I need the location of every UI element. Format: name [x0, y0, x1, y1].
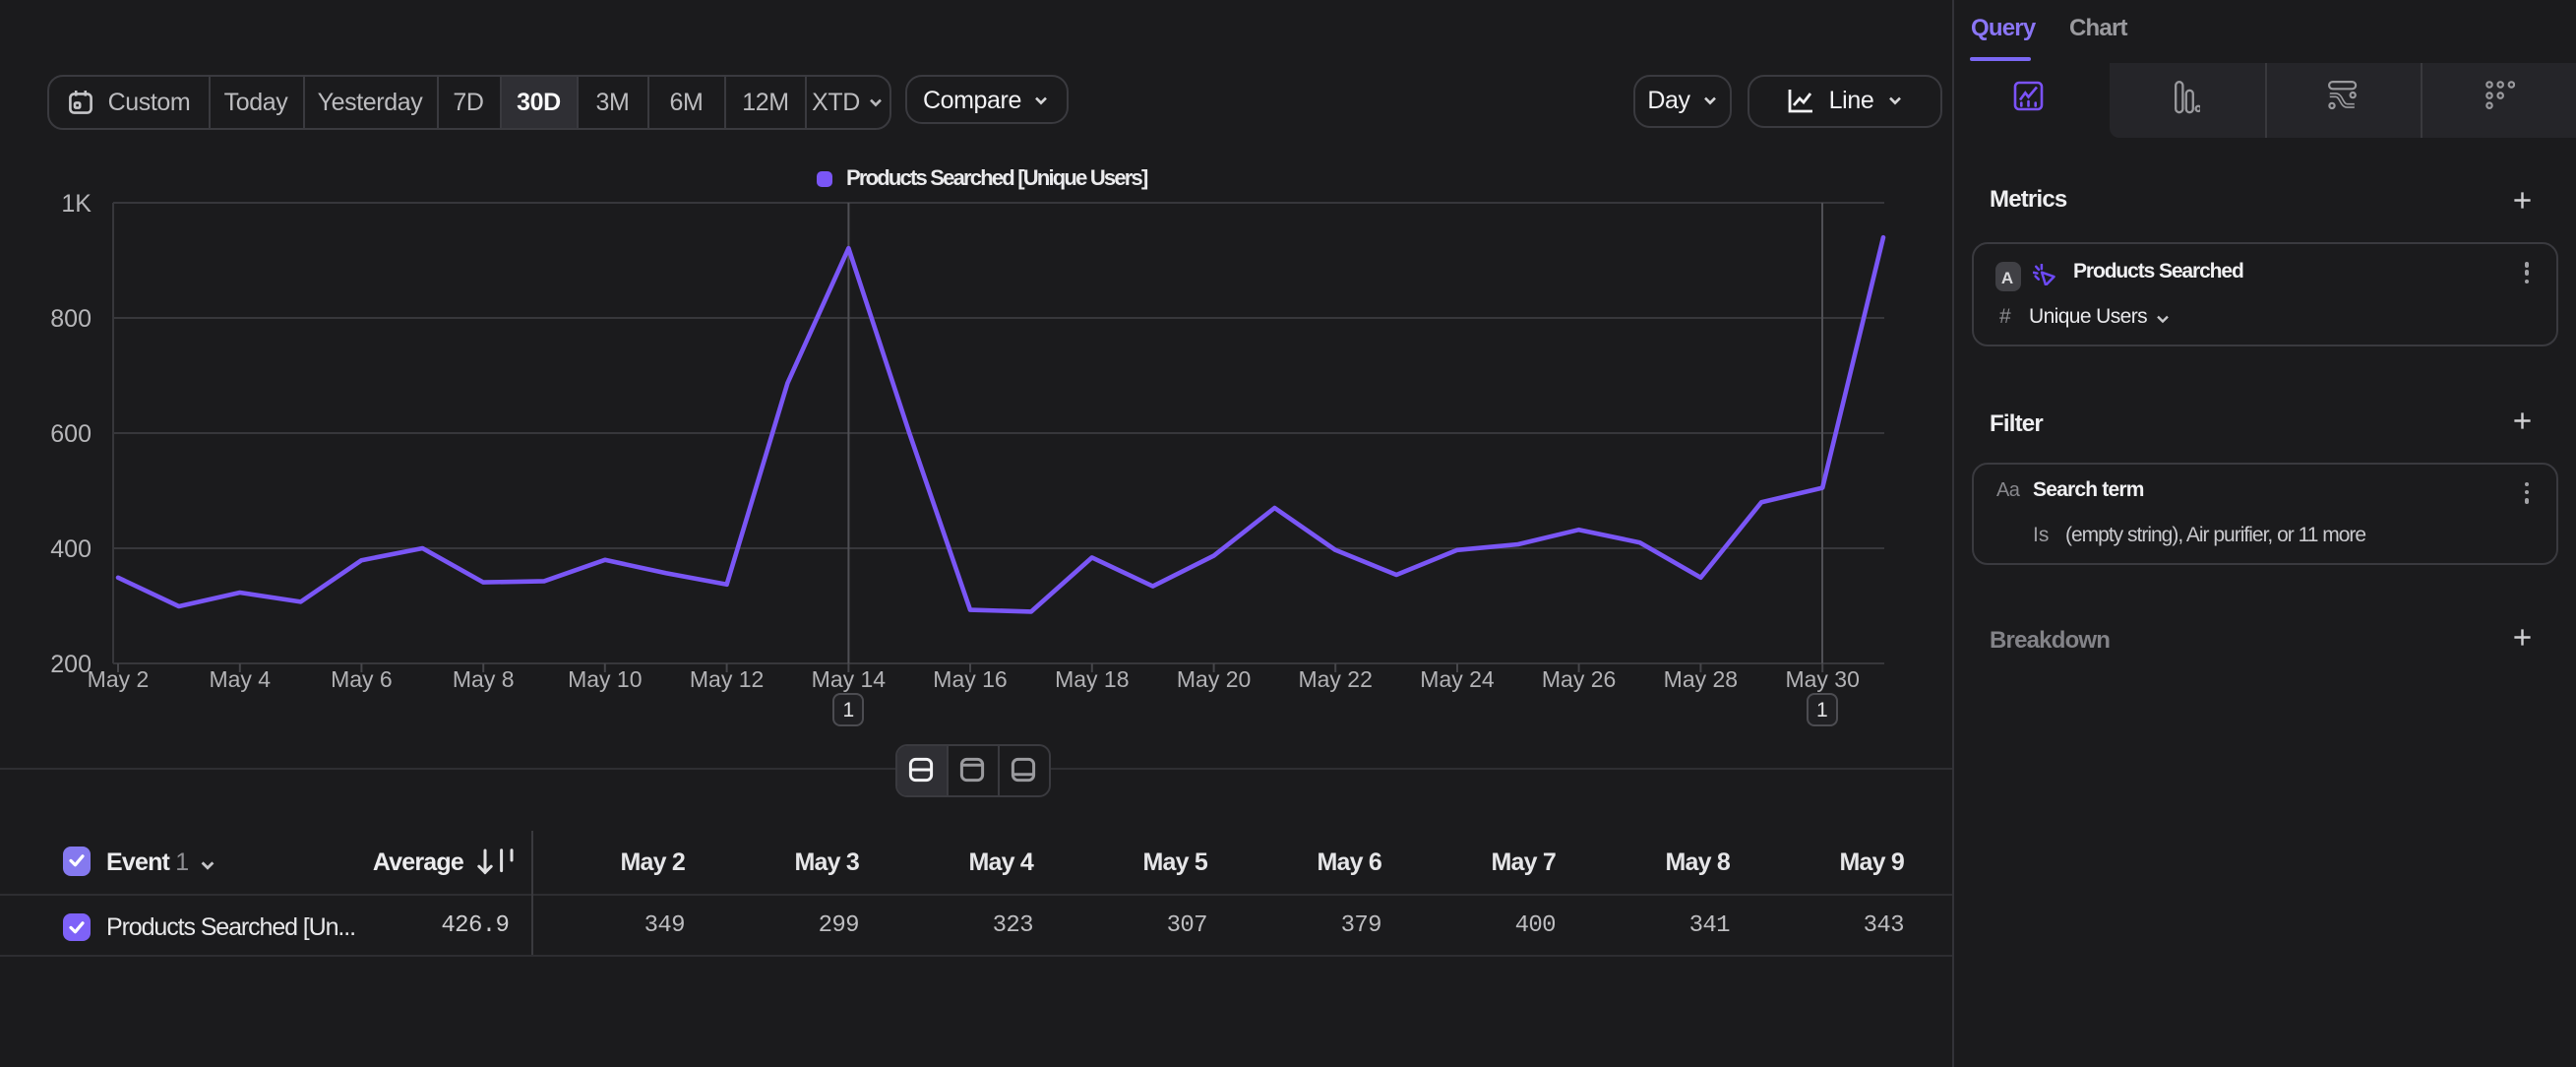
svg-text:200: 200 — [50, 651, 92, 678]
svg-text:1K: 1K — [61, 190, 92, 218]
svg-text:600: 600 — [50, 420, 92, 448]
svg-text:May 18: May 18 — [1055, 666, 1129, 692]
svg-text:May 10: May 10 — [568, 666, 642, 692]
svg-text:May 20: May 20 — [1177, 666, 1251, 692]
svg-text:800: 800 — [50, 305, 92, 333]
svg-text:May 8: May 8 — [453, 666, 515, 692]
svg-text:May 28: May 28 — [1664, 666, 1738, 692]
svg-text:May 4: May 4 — [209, 666, 271, 692]
svg-text:May 22: May 22 — [1298, 666, 1372, 692]
svg-text:May 2: May 2 — [88, 666, 150, 692]
svg-text:May 26: May 26 — [1542, 666, 1616, 692]
svg-text:May 30: May 30 — [1785, 666, 1859, 692]
svg-text:May 16: May 16 — [933, 666, 1007, 692]
svg-text:May 12: May 12 — [690, 666, 764, 692]
svg-text:May 14: May 14 — [812, 666, 887, 692]
svg-text:May 24: May 24 — [1420, 666, 1495, 692]
svg-text:400: 400 — [50, 535, 92, 563]
svg-text:May 6: May 6 — [331, 666, 393, 692]
